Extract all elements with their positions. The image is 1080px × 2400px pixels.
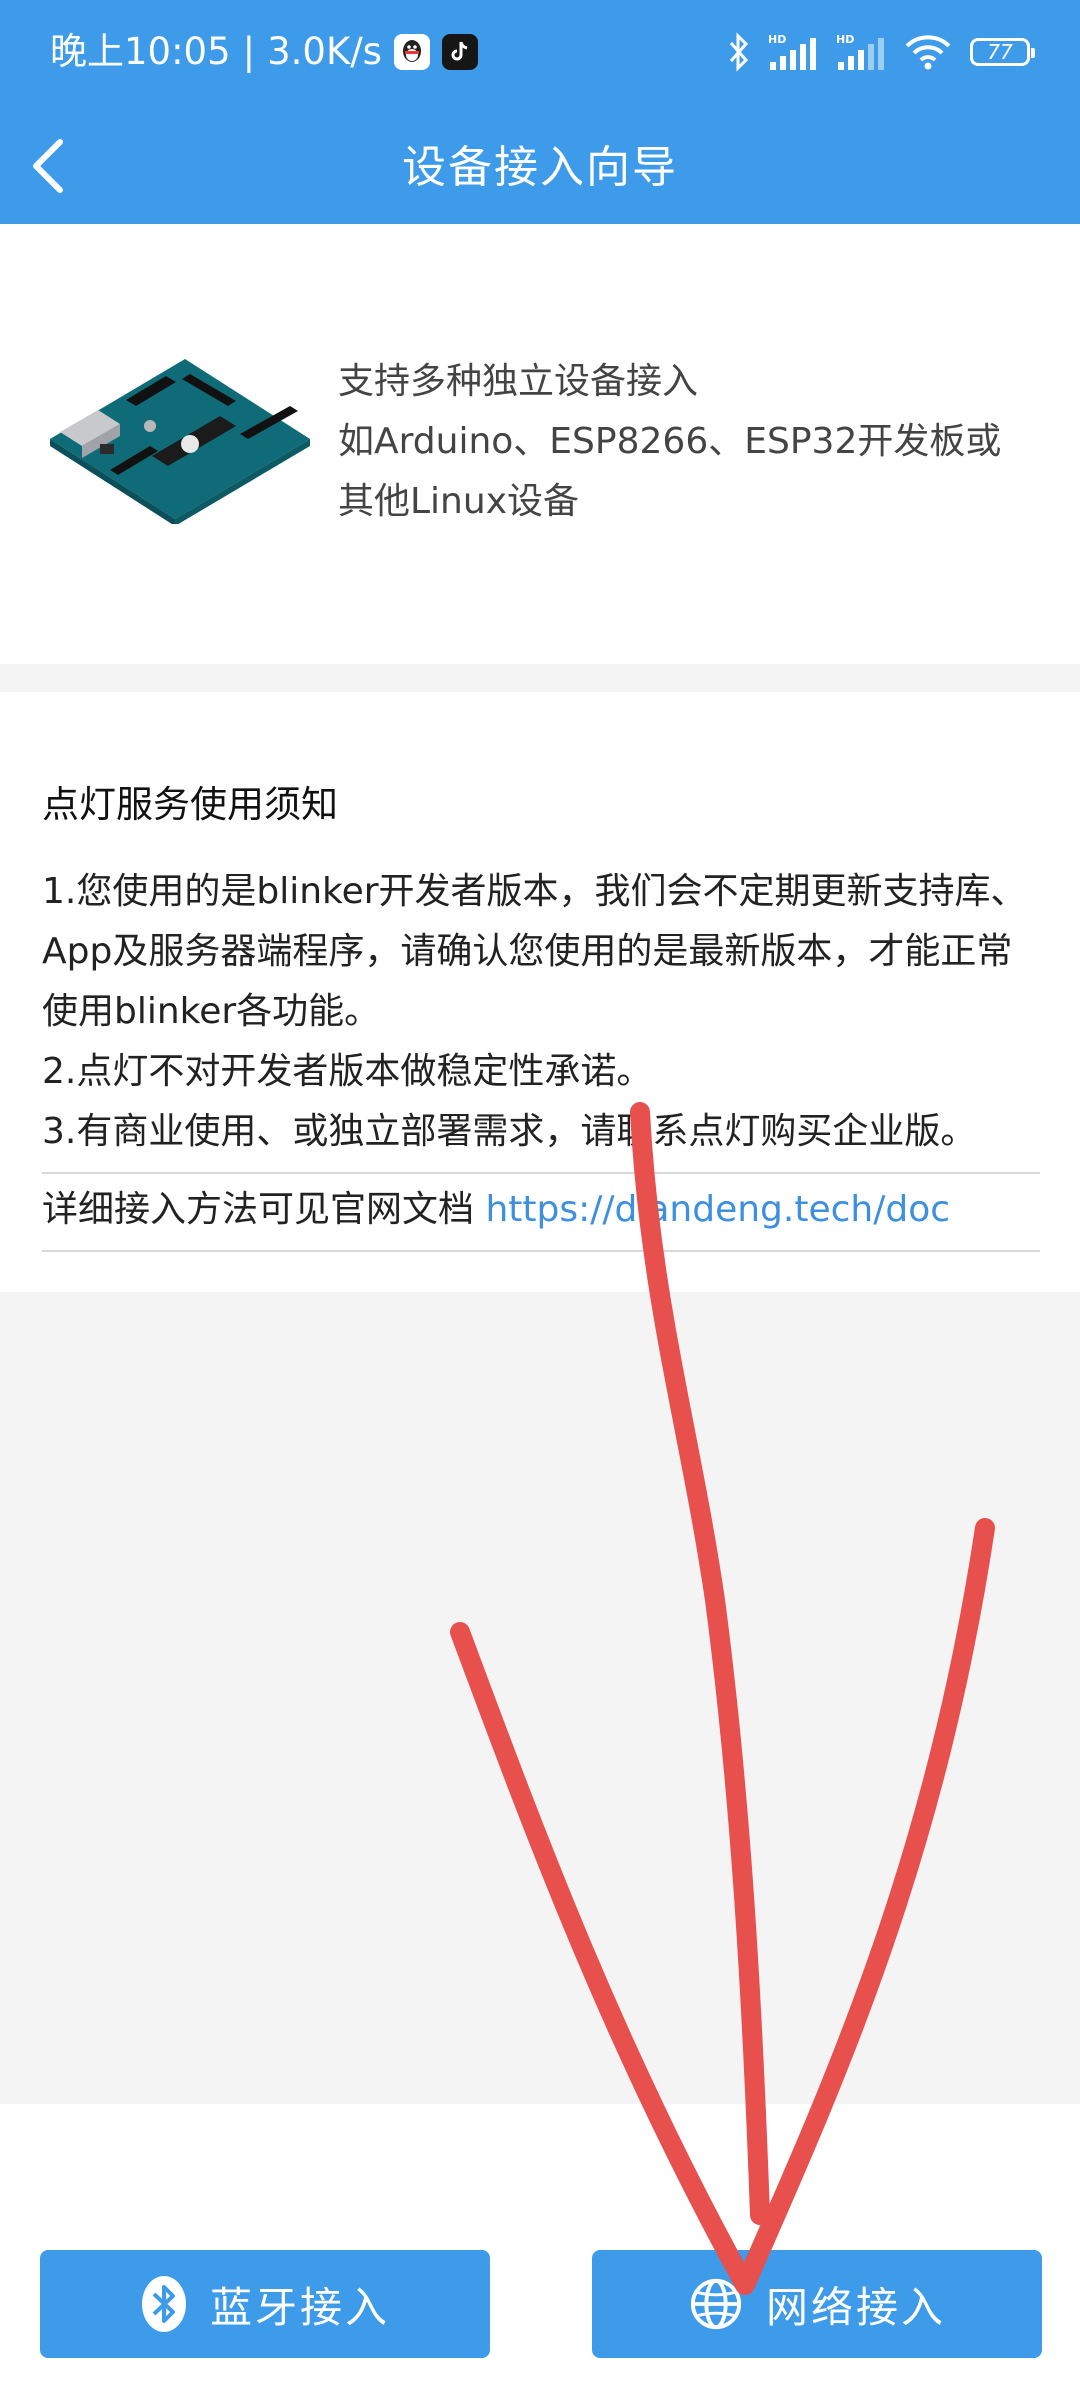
notice-item-1: 1.您使用的是blinker开发者版本，我们会不定期更新支持库、App及服务器端… — [42, 871, 1027, 1032]
bluetooth-icon — [141, 2276, 186, 2332]
doc-link[interactable]: https://diandeng.tech/doc — [485, 1189, 950, 1230]
qq-icon — [393, 34, 430, 70]
battery-level: 77 — [987, 40, 1013, 64]
arduino-board-image — [50, 359, 310, 524]
intro-line-3: 其他Linux设备 — [338, 481, 579, 522]
svg-text:HD: HD — [836, 33, 854, 46]
status-separator: | — [242, 30, 256, 73]
network-connect-label: 网络接入 — [765, 2282, 946, 2332]
status-time: 晚上10:05 — [50, 30, 231, 73]
notice-item-3: 3.有商业使用、或独立部署需求，请联系点灯购买企业版。 — [42, 1111, 977, 1152]
doc-label: 详细接入方法可见官网文档 — [42, 1189, 475, 1230]
app-header: 晚上10:05 | 3.0K/s HD HD 77 设备接入向导 — [0, 0, 1080, 224]
globe-icon — [690, 2278, 742, 2330]
svg-text:HD: HD — [768, 33, 786, 46]
bluetooth-connect-label: 蓝牙接入 — [209, 2282, 390, 2332]
wifi-icon — [905, 35, 951, 70]
bluetooth-status-icon — [729, 32, 749, 72]
status-left: 晚上10:05 | 3.0K/s — [50, 28, 478, 76]
intro-line-1: 支持多种独立设备接入 — [338, 361, 699, 402]
notice-body: 1.您使用的是blinker开发者版本，我们会不定期更新支持库、App及服务器端… — [42, 862, 1042, 1162]
signal-icon-2: HD — [836, 33, 884, 70]
signal-icon: HD — [768, 33, 816, 70]
network-speed: 3.0K/s — [267, 30, 382, 73]
notice-card: 点灯服务使用须知 1.您使用的是blinker开发者版本，我们会不定期更新支持库… — [0, 692, 1080, 1292]
intro-line-2: 如Arduino、ESP8266、ESP32开发板或 — [338, 421, 1002, 462]
intro-description: 支持多种独立设备接入 如Arduino、ESP8266、ESP32开发板或 其他… — [338, 352, 1001, 532]
network-connect-button[interactable]: 网络接入 — [592, 2250, 1042, 2358]
status-bar: 晚上10:05 | 3.0K/s HD HD 77 — [0, 0, 1080, 104]
notice-title: 点灯服务使用须知 — [42, 783, 338, 826]
page-title: 设备接入向导 — [402, 142, 678, 193]
battery-icon: 77 — [970, 38, 1035, 66]
intro-card: 支持多种独立设备接入 如Arduino、ESP8266、ESP32开发板或 其他… — [0, 224, 1080, 664]
notice-item-2: 2.点灯不对开发者版本做稳定性承诺。 — [42, 1051, 653, 1092]
tiktok-icon — [441, 34, 478, 70]
status-right: HD HD 77 — [728, 28, 1035, 76]
doc-row: 详细接入方法可见官网文档 https://diandeng.tech/doc — [42, 1172, 1040, 1252]
bluetooth-connect-button[interactable]: 蓝牙接入 — [40, 2250, 490, 2358]
